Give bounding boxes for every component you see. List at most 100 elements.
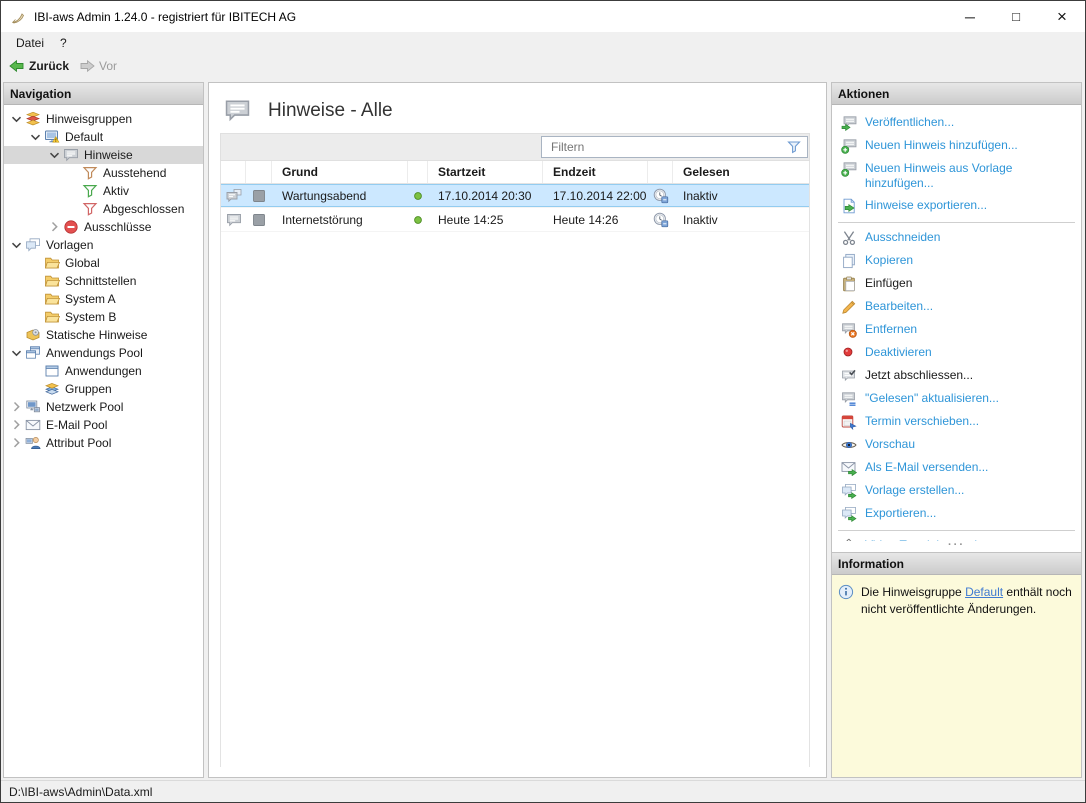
- action-bearbeiten[interactable]: Bearbeiten...: [832, 296, 1081, 319]
- action-exportieren[interactable]: Exportieren...: [832, 503, 1081, 526]
- action-vorlage-erstellen[interactable]: Vorlage erstellen...: [832, 480, 1081, 503]
- tree-item-vorlagen[interactable]: Vorlagen: [4, 236, 203, 254]
- tree-item-label: Aktiv: [103, 184, 129, 198]
- green-dot-icon: [410, 188, 426, 204]
- col-status[interactable]: [408, 161, 428, 183]
- chevron-spacer: [65, 165, 82, 181]
- action-label: Exportieren...: [865, 506, 936, 521]
- tree-item-label: Abgeschlossen: [103, 202, 184, 216]
- tree-item-abgeschlossen[interactable]: Abgeschlossen: [4, 200, 203, 218]
- action-deaktivieren[interactable]: Deaktivieren: [832, 342, 1081, 365]
- default-group-link[interactable]: Default: [965, 585, 1003, 599]
- col-icon2[interactable]: [246, 161, 272, 183]
- chevron-down-icon[interactable]: [8, 345, 25, 361]
- information-header: Information: [832, 553, 1081, 575]
- row-type-cell: [221, 212, 246, 228]
- tree-item-label: System A: [65, 292, 116, 306]
- cell-status: [408, 212, 428, 228]
- tree-item-hinweise[interactable]: Hinweise: [4, 146, 203, 164]
- action-neuen-hinweis-aus-vorlage-hinzufügen[interactable]: Neuen Hinweis aus Vorlage hinzufügen...: [832, 158, 1081, 195]
- tree-item-aktiv[interactable]: Aktiv: [4, 182, 203, 200]
- tree-item-global[interactable]: Global: [4, 254, 203, 272]
- action-entfernen[interactable]: Entfernen: [832, 319, 1081, 342]
- action-vorschau[interactable]: Vorschau: [832, 434, 1081, 457]
- col-endzeit[interactable]: Endzeit: [543, 161, 648, 183]
- tree-item-system-a[interactable]: System A: [4, 290, 203, 308]
- action-termin-verschieben[interactable]: Termin verschieben...: [832, 411, 1081, 434]
- status-bar: D:\IBI-aws\Admin\Data.xml: [1, 780, 1085, 802]
- action-jetzt-abschliessen[interactable]: Jetzt abschliessen...: [832, 365, 1081, 388]
- actions-more-handle[interactable]: ···: [832, 541, 1081, 552]
- filter-funnel-icon[interactable]: [786, 139, 802, 155]
- action-kopieren[interactable]: Kopieren: [832, 250, 1081, 273]
- folder-icon: [44, 309, 60, 325]
- tree-item-label: Hinweise: [84, 148, 133, 162]
- tree-item-statische-hinweise[interactable]: Statische Hinweise: [4, 326, 203, 344]
- filter-input[interactable]: [544, 139, 786, 155]
- minimize-button[interactable]: ─: [947, 1, 993, 32]
- chevron-right-icon[interactable]: [8, 435, 25, 451]
- forward-button[interactable]: Vor: [74, 56, 122, 76]
- chevron-spacer: [27, 309, 44, 325]
- row-color-cell: [246, 188, 272, 204]
- folder-icon: [44, 291, 60, 307]
- chevron-right-icon[interactable]: [46, 219, 63, 235]
- col-gelesen-icon[interactable]: [648, 161, 673, 183]
- chevron-down-icon[interactable]: [8, 237, 25, 253]
- chevron-right-icon[interactable]: [8, 399, 25, 415]
- table-row-internetstörung[interactable]: InternetstörungHeute 14:25Heute 14:26Ina…: [221, 208, 809, 232]
- toolbar: Zurück Vor: [1, 53, 1085, 78]
- bubble-refresh-icon: [841, 391, 857, 407]
- col-gelesen[interactable]: Gelesen: [673, 161, 809, 183]
- action-label: Kopieren: [865, 253, 913, 268]
- action-einfügen[interactable]: Einfügen: [832, 273, 1081, 296]
- back-button[interactable]: Zurück: [4, 56, 74, 76]
- menu-datei[interactable]: Datei: [8, 34, 52, 52]
- menu-help[interactable]: ?: [52, 34, 75, 52]
- eye-icon: [841, 437, 857, 453]
- action-label: Vorlage erstellen...: [865, 483, 964, 498]
- bubble-icon: [226, 212, 242, 228]
- tree-item-schnittstellen[interactable]: Schnittstellen: [4, 272, 203, 290]
- maximize-button[interactable]: □: [993, 1, 1039, 32]
- bubble-icon: [63, 147, 79, 163]
- col-grund[interactable]: Grund: [272, 161, 408, 183]
- action-hinweise-exportieren[interactable]: Hinweise exportieren...: [832, 195, 1081, 218]
- col-icon1[interactable]: [221, 161, 246, 183]
- tree-item-ausschlüsse[interactable]: Ausschlüsse: [4, 218, 203, 236]
- action-label: Einfügen: [865, 276, 912, 291]
- tree-item-anwendungs-pool[interactable]: Anwendungs Pool: [4, 344, 203, 362]
- tree-item-gruppen[interactable]: Gruppen: [4, 380, 203, 398]
- pencil-icon: [841, 299, 857, 315]
- page-export-icon: [841, 198, 857, 214]
- action-label: Hinweise exportieren...: [865, 198, 987, 213]
- close-button[interactable]: ×: [1039, 1, 1085, 32]
- tree-item-label: Anwendungen: [65, 364, 142, 378]
- funnel-red-icon: [82, 201, 98, 217]
- tree-item-attribut-pool[interactable]: Attribut Pool: [4, 434, 203, 452]
- col-startzeit[interactable]: Startzeit: [428, 161, 543, 183]
- table-row-wartungsabend[interactable]: Wartungsabend17.10.2014 20:3017.10.2014 …: [221, 184, 809, 208]
- action-gelesen-aktualisieren[interactable]: "Gelesen" aktualisieren...: [832, 388, 1081, 411]
- action-neuen-hinweis-hinzufügen[interactable]: Neuen Hinweis hinzufügen...: [832, 135, 1081, 158]
- chevron-down-icon[interactable]: [8, 111, 25, 127]
- action-als-e-mail-versenden[interactable]: Als E-Mail versenden...: [832, 457, 1081, 480]
- tree-item-label: Netzwerk Pool: [46, 400, 123, 414]
- tree-item-label: Gruppen: [65, 382, 112, 396]
- chevron-down-icon[interactable]: [46, 147, 63, 163]
- cell-startzeit: 17.10.2014 20:30: [428, 189, 543, 203]
- tree-item-default[interactable]: Default: [4, 128, 203, 146]
- tree-item-e-mail-pool[interactable]: E-Mail Pool: [4, 416, 203, 434]
- tree-item-label: E-Mail Pool: [46, 418, 107, 432]
- chevron-right-icon[interactable]: [8, 417, 25, 433]
- tree-item-label: Ausschlüsse: [84, 220, 151, 234]
- action-veröffentlichen[interactable]: Veröffentlichen...: [832, 112, 1081, 135]
- chevron-down-icon[interactable]: [27, 129, 44, 145]
- tree-item-anwendungen[interactable]: Anwendungen: [4, 362, 203, 380]
- tree-item-ausstehend[interactable]: Ausstehend: [4, 164, 203, 182]
- tree-item-hinweisgruppen[interactable]: Hinweisgruppen: [4, 110, 203, 128]
- action-ausschneiden[interactable]: Ausschneiden: [832, 227, 1081, 250]
- tree-item-system-b[interactable]: System B: [4, 308, 203, 326]
- copy-icon: [841, 253, 857, 269]
- tree-item-netzwerk-pool[interactable]: Netzwerk Pool: [4, 398, 203, 416]
